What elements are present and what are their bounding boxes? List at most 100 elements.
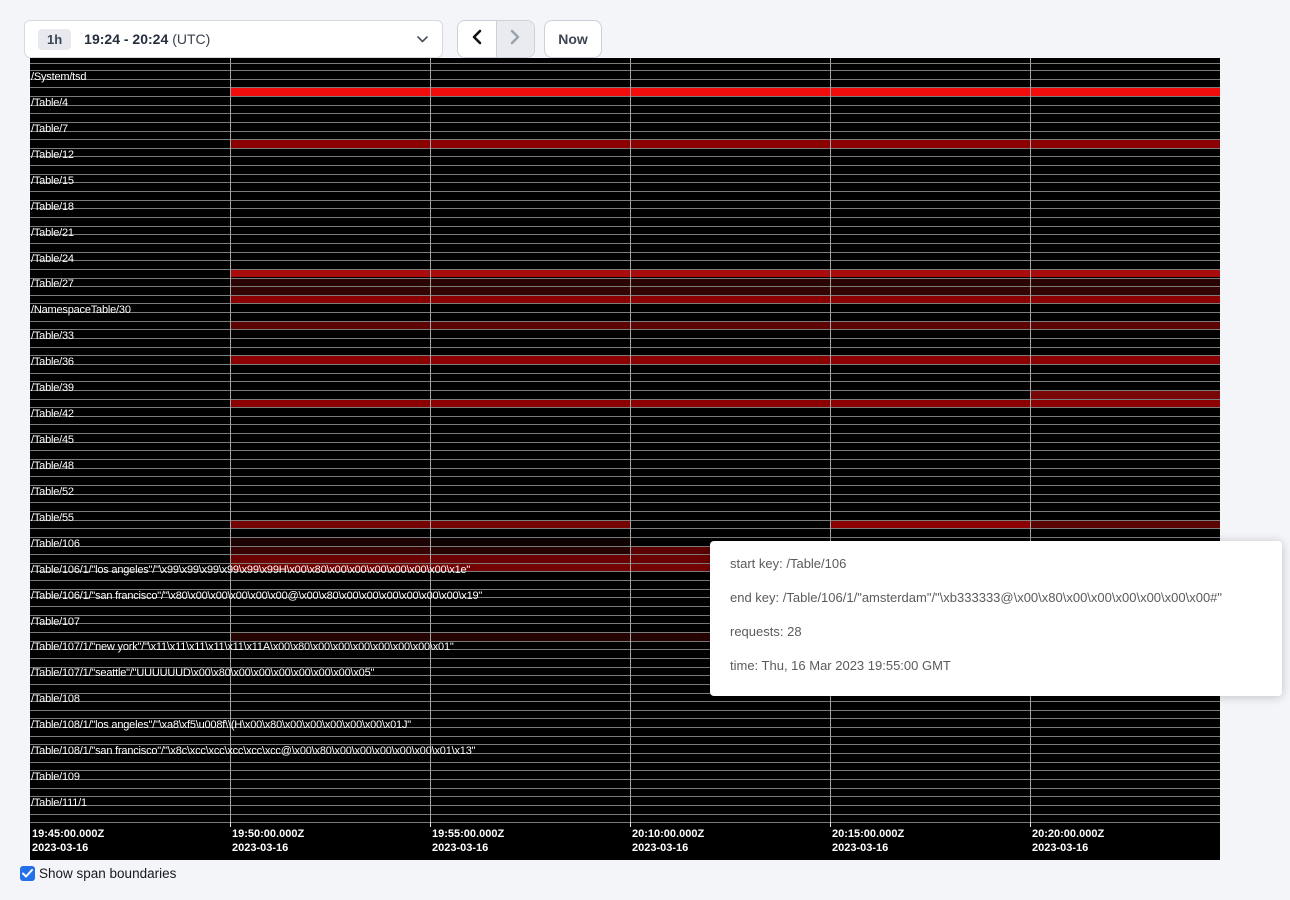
heatmap-cell[interactable] — [1030, 451, 1220, 459]
heatmap-row[interactable] — [30, 252, 1220, 278]
heatmap-cell[interactable] — [630, 797, 830, 805]
heatmap-cell[interactable] — [630, 166, 830, 174]
heatmap-cell[interactable] — [230, 348, 430, 356]
heatmap-cell[interactable] — [430, 503, 630, 511]
heatmap-cell[interactable] — [1030, 88, 1220, 96]
heatmap-cell[interactable] — [30, 244, 230, 252]
heatmap-cell[interactable] — [230, 218, 430, 226]
heatmap-cell[interactable] — [230, 175, 430, 183]
heatmap-cell[interactable] — [630, 261, 830, 269]
heatmap-cell[interactable] — [30, 356, 230, 364]
heatmap-cell[interactable] — [230, 356, 430, 364]
heatmap-cell[interactable] — [430, 737, 630, 745]
prev-interval-button[interactable] — [458, 21, 497, 57]
heatmap-cell[interactable] — [830, 702, 1030, 710]
heatmap-cell[interactable] — [230, 771, 430, 779]
heatmap-cell[interactable] — [1030, 374, 1220, 382]
heatmap-cell[interactable] — [30, 564, 230, 572]
heatmap-cell[interactable] — [630, 521, 830, 529]
heatmap-cell[interactable] — [30, 702, 230, 710]
heatmap-cell[interactable] — [30, 754, 230, 762]
heatmap-cell[interactable] — [430, 227, 630, 235]
heatmap-cell[interactable] — [230, 719, 430, 727]
heatmap-cell[interactable] — [30, 443, 230, 451]
heatmap-cell[interactable] — [630, 218, 830, 226]
heatmap-cell[interactable] — [1030, 417, 1220, 425]
heatmap-span[interactable] — [30, 373, 1220, 382]
heatmap-span[interactable] — [30, 338, 1220, 347]
heatmap-cell[interactable] — [1030, 270, 1220, 278]
heatmap-cell[interactable] — [830, 408, 1030, 416]
heatmap-cell[interactable] — [1030, 495, 1220, 503]
heatmap-row[interactable] — [30, 381, 1220, 407]
heatmap-cell[interactable] — [30, 659, 230, 667]
heatmap-cell[interactable] — [630, 425, 830, 433]
heatmap-span[interactable] — [30, 701, 1220, 710]
heatmap-cell[interactable] — [830, 728, 1030, 736]
heatmap-cell[interactable] — [630, 106, 830, 114]
heatmap-cell[interactable] — [30, 235, 230, 243]
heatmap-cell[interactable] — [430, 106, 630, 114]
heatmap-cell[interactable] — [630, 451, 830, 459]
heatmap-cell[interactable] — [430, 88, 630, 96]
heatmap-row[interactable] — [30, 122, 1220, 148]
heatmap-cell[interactable] — [30, 477, 230, 485]
heatmap-cell[interactable] — [230, 400, 430, 408]
heatmap-cell[interactable] — [1030, 71, 1220, 79]
heatmap-cell[interactable] — [30, 694, 230, 702]
heatmap-span[interactable] — [30, 381, 1220, 390]
heatmap-cell[interactable] — [630, 789, 830, 797]
heatmap-cell[interactable] — [630, 417, 830, 425]
heatmap-cell[interactable] — [630, 745, 830, 753]
heatmap-cell[interactable] — [30, 296, 230, 304]
heatmap-cell[interactable] — [630, 132, 830, 140]
heatmap-cell[interactable] — [1030, 287, 1220, 295]
heatmap-cell[interactable] — [30, 97, 230, 105]
heatmap-cell[interactable] — [230, 132, 430, 140]
heatmap-cell[interactable] — [1030, 296, 1220, 304]
heatmap-cell[interactable] — [430, 572, 630, 580]
heatmap-cell[interactable] — [230, 486, 430, 494]
heatmap-cell[interactable] — [630, 382, 830, 390]
heatmap-cell[interactable] — [1030, 771, 1220, 779]
heatmap-cell[interactable] — [230, 279, 430, 287]
heatmap-cell[interactable] — [30, 330, 230, 338]
heatmap-cell[interactable] — [30, 460, 230, 468]
heatmap-cell[interactable] — [30, 192, 230, 200]
heatmap-cell[interactable] — [1030, 408, 1220, 416]
heatmap-span[interactable] — [30, 744, 1220, 753]
heatmap-cell[interactable] — [1030, 728, 1220, 736]
heatmap-cell[interactable] — [630, 477, 830, 485]
heatmap-cell[interactable] — [630, 114, 830, 122]
heatmap-cell[interactable] — [830, 132, 1030, 140]
heatmap-cell[interactable] — [230, 330, 430, 338]
heatmap-cell[interactable] — [630, 279, 830, 287]
heatmap-cell[interactable] — [230, 235, 430, 243]
heatmap-cell[interactable] — [230, 408, 430, 416]
heatmap-cell[interactable] — [630, 469, 830, 477]
heatmap-cell[interactable] — [430, 175, 630, 183]
heatmap-span[interactable] — [30, 139, 1220, 148]
heatmap-cell[interactable] — [830, 201, 1030, 209]
heatmap-cell[interactable] — [1030, 763, 1220, 771]
heatmap-cell[interactable] — [430, 209, 630, 217]
heatmap-cell[interactable] — [430, 132, 630, 140]
heatmap-cell[interactable] — [430, 425, 630, 433]
heatmap-cell[interactable] — [1030, 425, 1220, 433]
heatmap-cell[interactable] — [230, 123, 430, 131]
heatmap-cell[interactable] — [230, 797, 430, 805]
heatmap-cell[interactable] — [830, 209, 1030, 217]
heatmap-cell[interactable] — [630, 253, 830, 261]
heatmap-cell[interactable] — [1030, 106, 1220, 114]
heatmap-cell[interactable] — [1030, 339, 1220, 347]
heatmap-cell[interactable] — [430, 330, 630, 338]
heatmap-cell[interactable] — [430, 547, 630, 555]
heatmap-cell[interactable] — [430, 356, 630, 364]
heatmap-cell[interactable] — [830, 322, 1030, 330]
heatmap-cell[interactable] — [230, 538, 430, 546]
heatmap-cell[interactable] — [30, 140, 230, 148]
heatmap-span[interactable] — [30, 79, 1220, 88]
heatmap-cell[interactable] — [30, 789, 230, 797]
heatmap-cell[interactable] — [230, 270, 430, 278]
heatmap-cell[interactable] — [1030, 348, 1220, 356]
